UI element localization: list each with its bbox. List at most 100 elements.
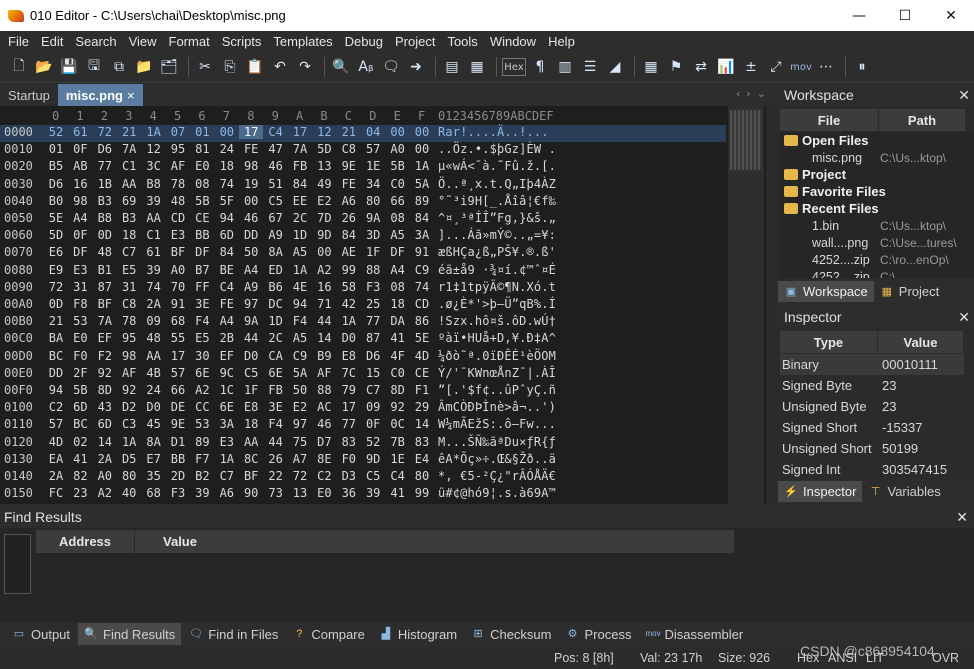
hex-byte[interactable]: 0F <box>68 142 92 156</box>
hex-byte[interactable]: B9 <box>312 349 336 363</box>
hex-byte[interactable]: 68 <box>166 314 190 328</box>
open-folder-icon[interactable]: 📂 <box>33 56 55 78</box>
hex-byte[interactable]: 8A <box>264 245 288 259</box>
hex-byte[interactable]: 74 <box>142 280 166 294</box>
ascii-text[interactable]: !Szx.hô¤š.ôD.wÚ† <box>438 314 556 328</box>
hex-byte[interactable]: 8D <box>93 383 117 397</box>
hex-row[interactable]: 00E0 DD 2F 92 AF 4B 57 6E 9C C5 6E 5A AF 7C 15 C0 CE Ý/'¯… <box>0 366 726 383</box>
hex-byte[interactable]: 9D <box>361 452 385 466</box>
hex-byte[interactable]: E0 <box>190 159 214 173</box>
hex-row[interactable]: 0070 E6 DF 48 C7 61 BF DF 84 50 8A A5 00 AE 1F DF 91 æßHÇ… <box>0 245 726 262</box>
open-folder-alt-icon[interactable]: 📁 <box>133 56 155 78</box>
hex-byte[interactable]: BA <box>44 331 68 345</box>
hex-byte[interactable]: 17 <box>337 400 361 414</box>
find-icon[interactable]: 🔍 <box>330 56 352 78</box>
tab-inspector[interactable]: ⚡ Inspector <box>778 481 863 502</box>
hex-byte[interactable]: B7 <box>190 263 214 277</box>
hex-byte[interactable]: 98 <box>68 194 92 208</box>
hex-byte[interactable]: 78 <box>117 314 141 328</box>
hex-byte[interactable]: 2F <box>68 366 92 380</box>
hex-byte[interactable]: 1A <box>117 435 141 449</box>
ascii-text[interactable]: °˜³i9H[_.Åîâ¦€f‰ <box>438 194 556 208</box>
hex-byte[interactable]: 92 <box>117 383 141 397</box>
hex-byte[interactable]: 79 <box>337 383 361 397</box>
menu-edit[interactable]: Edit <box>35 34 69 49</box>
hex-byte[interactable]: CD <box>166 211 190 225</box>
hex-byte[interactable]: B1 <box>93 263 117 277</box>
menu-window[interactable]: Window <box>484 34 542 49</box>
hex-byte[interactable]: A0 <box>93 469 117 483</box>
hex-byte[interactable]: B3 <box>93 194 117 208</box>
highlight-icon[interactable]: ◢ <box>604 56 626 78</box>
replace-icon[interactable]: Aᵦ <box>355 56 377 78</box>
hex-byte[interactable]: 88 <box>361 263 385 277</box>
hex-byte[interactable]: A4 <box>386 263 410 277</box>
hex-byte[interactable]: 12 <box>142 142 166 156</box>
hex-byte[interactable]: 52 <box>361 435 385 449</box>
hex-byte[interactable]: 45 <box>142 417 166 431</box>
tab-project[interactable]: ▦ Project <box>874 281 945 302</box>
ascii-text[interactable]: ]...Áã»mÝ©..„=¥: <box>438 228 556 242</box>
tab-find-in-files[interactable]: 🗨 Find in Files <box>183 623 284 645</box>
hex-byte[interactable]: 90 <box>239 486 263 500</box>
hex-byte[interactable]: FB <box>264 383 288 397</box>
hex-byte[interactable]: 25 <box>361 297 385 311</box>
hex-byte[interactable]: 6E <box>190 366 214 380</box>
hex-byte[interactable]: 48 <box>93 245 117 259</box>
hex-byte[interactable]: 52 <box>44 125 68 139</box>
hex-byte[interactable]: 81 <box>190 142 214 156</box>
bookmark-icon[interactable]: ⚑ <box>665 56 687 78</box>
hex-byte[interactable]: 34 <box>361 177 385 191</box>
hex-byte[interactable]: 99 <box>337 263 361 277</box>
menu-project[interactable]: Project <box>389 34 441 49</box>
hex-byte[interactable]: 08 <box>386 211 410 225</box>
col-value[interactable]: Value <box>877 331 963 353</box>
hex-byte[interactable]: A2 <box>312 263 336 277</box>
hex-row[interactable]: 0060 5D 0F 0D 18 C1 E3 BB 6D DD A9 1D 9D 84 3D A5 3A]...… <box>0 228 726 245</box>
hex-byte[interactable]: 2A <box>142 297 166 311</box>
hex-byte[interactable]: 5D <box>44 228 68 242</box>
hex-byte[interactable]: 14 <box>410 417 434 431</box>
hex-byte[interactable]: 26 <box>264 452 288 466</box>
hex-byte[interactable]: 00 <box>239 194 263 208</box>
hex-byte[interactable]: A2 <box>190 383 214 397</box>
tab-disassembler[interactable]: mov Disassembler <box>639 623 749 645</box>
list-item[interactable]: 1.bin C:\Us...ktop\ <box>780 217 974 234</box>
hex-editor[interactable]: 0 1 2 3 4 5 6 7 8 9 A B C D E F 0123456789ABCDEF 0000 52 6… <box>0 106 778 504</box>
hex-byte[interactable]: 7A <box>288 142 312 156</box>
hex-byte[interactable]: 1E <box>361 159 385 173</box>
hex-byte[interactable]: 15 <box>361 366 385 380</box>
hex-byte[interactable]: 50 <box>239 245 263 259</box>
hex-byte[interactable]: F3 <box>361 280 385 294</box>
hex-byte[interactable]: 9D <box>312 228 336 242</box>
hex-byte[interactable]: 74 <box>215 177 239 191</box>
hex-byte[interactable]: 43 <box>93 400 117 414</box>
hex-byte[interactable]: C1 <box>117 159 141 173</box>
tab-compare[interactable]: ? Compare <box>286 623 370 645</box>
hex-byte[interactable]: 46 <box>264 159 288 173</box>
hex-byte[interactable]: DD <box>44 366 68 380</box>
hex-byte[interactable]: C4 <box>264 125 288 139</box>
hex-byte[interactable]: 4E <box>288 280 312 294</box>
hex-byte[interactable]: C9 <box>288 349 312 363</box>
hex-row[interactable]: 0010 01 0F D6 7A 12 95 81 24 FE 47 7A 5D C8 57 A0 00 ..Öz… <box>0 142 726 159</box>
hex-byte[interactable]: 13 <box>288 486 312 500</box>
hex-byte[interactable]: A2 <box>93 486 117 500</box>
hex-byte[interactable]: 91 <box>410 245 434 259</box>
hex-byte[interactable]: 98 <box>117 349 141 363</box>
hex-byte[interactable]: 21 <box>337 125 361 139</box>
hex-byte[interactable]: 4D <box>44 435 68 449</box>
hex-byte[interactable]: 7C <box>337 366 361 380</box>
hex-byte[interactable]: A5 <box>386 228 410 242</box>
hex-byte[interactable]: F4 <box>288 314 312 328</box>
hex-byte[interactable]: 94 <box>44 383 68 397</box>
hex-byte[interactable]: AA <box>117 177 141 191</box>
hex-byte[interactable]: 51 <box>264 177 288 191</box>
hex-byte[interactable]: DD <box>239 228 263 242</box>
list-item[interactable]: 4252....zip C:\... <box>780 268 974 279</box>
ascii-text[interactable]: r1‡1tpÿÄ©¶N.Xó.t <box>438 280 556 294</box>
hex-byte[interactable]: 89 <box>410 194 434 208</box>
text-view-icon[interactable]: ☰ <box>579 56 601 78</box>
hex-byte[interactable]: 09 <box>142 314 166 328</box>
hex-byte[interactable]: 17 <box>288 125 312 139</box>
